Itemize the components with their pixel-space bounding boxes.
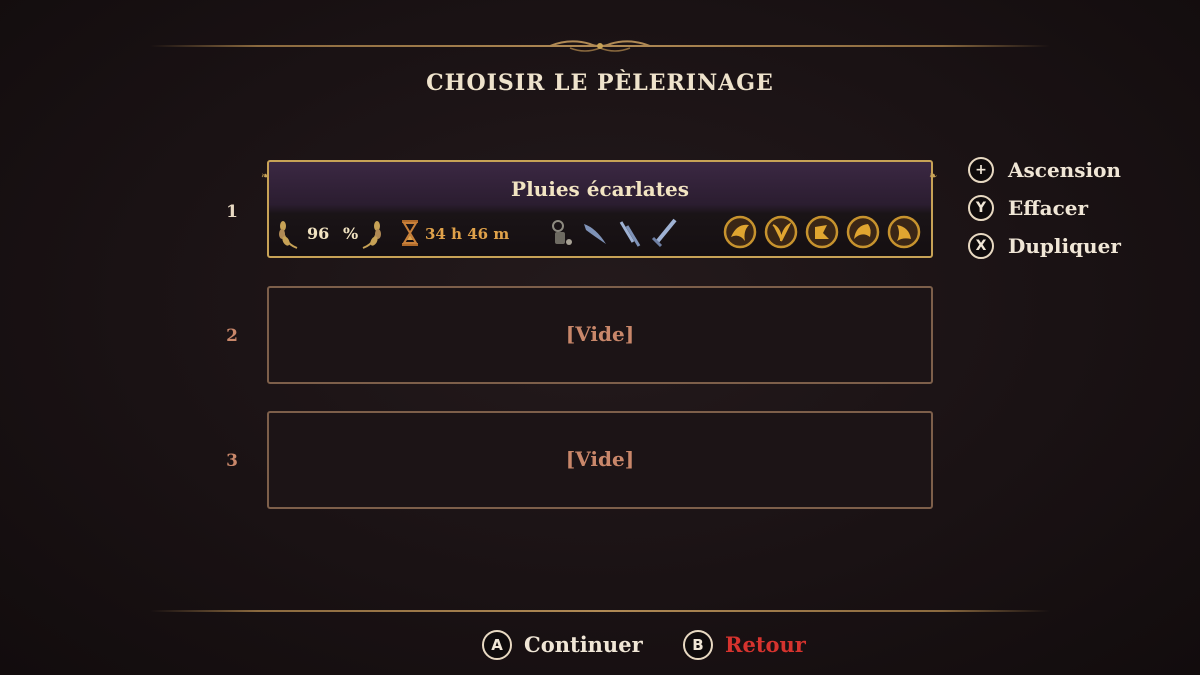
playtime: 34 h 46 m — [425, 225, 510, 243]
a-button-icon: A — [482, 630, 512, 660]
golden-medal-icon — [764, 215, 798, 249]
hourglass-icon — [402, 220, 418, 246]
completion-unit: % — [343, 224, 359, 243]
save-slot-1[interactable]: ❧ ❧ Pluies écarlates 96 % 34 h 46 m — [261, 160, 937, 258]
bottom-divider — [150, 610, 1050, 612]
continue-label: Continuer — [524, 632, 643, 657]
rosary-icon — [552, 220, 572, 245]
sword-icon — [651, 218, 677, 248]
page-title: CHOISIR LE PÈLERINAGE — [426, 70, 774, 96]
x-button-icon: X — [968, 233, 994, 259]
slot-number-1: 1 — [226, 202, 238, 222]
save-name: Pluies écarlates — [511, 177, 689, 201]
golden-medal-icon — [846, 215, 880, 249]
blade-icon — [584, 224, 606, 244]
empty-slot-label: [Vide] — [565, 447, 635, 471]
laurel-left-icon — [279, 221, 298, 249]
golden-medal-icon — [887, 215, 921, 249]
ascension-label: Ascension — [1008, 158, 1121, 182]
save-stats: 96 % 34 h 46 m — [277, 212, 923, 252]
effacer-label: Effacer — [1008, 196, 1089, 220]
dupliquer-label: Dupliquer — [1008, 234, 1121, 258]
y-button-icon: Y — [968, 195, 994, 221]
continue-button[interactable]: A Continuer — [482, 628, 643, 660]
back-button[interactable]: B Retour — [683, 628, 813, 660]
b-button-icon: B — [683, 630, 713, 660]
save-slot-2[interactable]: [Vide] — [267, 286, 933, 384]
slot-number-3: 3 — [226, 451, 238, 471]
golden-medal-icon — [723, 215, 757, 249]
completion-value: 96 — [307, 224, 330, 243]
golden-medal-icon — [805, 215, 839, 249]
empty-slot-label: [Vide] — [565, 322, 635, 346]
dupliquer-action[interactable]: X Dupliquer — [968, 231, 1148, 261]
ascension-action[interactable]: + Ascension — [968, 155, 1148, 185]
slot-number-2: 2 — [226, 326, 238, 346]
plus-button-icon: + — [968, 157, 994, 183]
twin-daggers-icon — [619, 221, 641, 247]
save-slot-3[interactable]: [Vide] — [267, 411, 933, 509]
ornament-icon — [549, 40, 651, 52]
back-label: Retour — [725, 632, 806, 657]
laurel-right-icon — [362, 221, 381, 249]
effacer-action[interactable]: Y Effacer — [968, 193, 1148, 223]
